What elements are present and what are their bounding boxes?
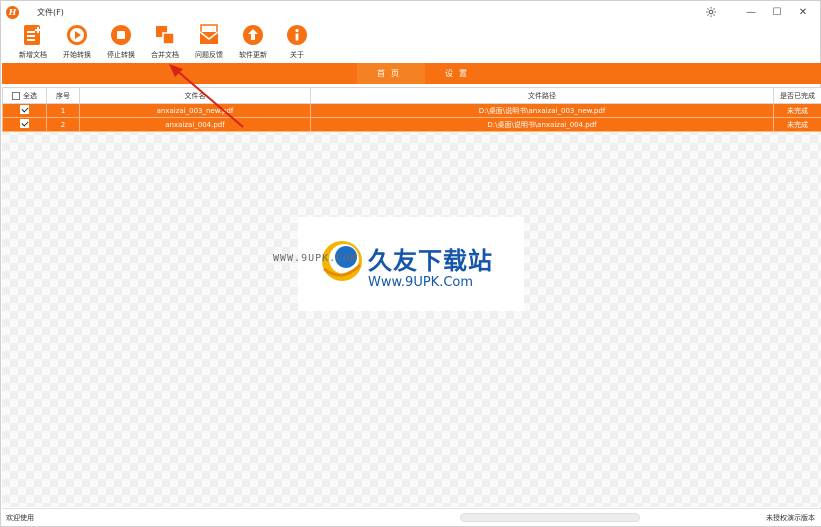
- watermark-side-text: WWW.9UPK.COM: [273, 253, 358, 264]
- license-status: 未授权演示版本: [766, 514, 815, 522]
- watermark-title: 久友下载站: [368, 247, 493, 275]
- upload-arrow-icon: [242, 24, 264, 46]
- merge-icon: [154, 24, 176, 46]
- table-row[interactable]: 2 anxaizai_004.pdf D:\桌面\说明书\anxaizai_00…: [2, 117, 821, 132]
- software-update-button[interactable]: 软件更新: [231, 24, 275, 62]
- feedback-label: 问题反馈: [195, 51, 223, 59]
- stop-convert-label: 停止转换: [107, 51, 135, 59]
- watermark-url: Www.9UPK.Com: [368, 275, 474, 290]
- tab-bar: 首页 设置: [2, 63, 821, 84]
- menu-file[interactable]: 文件(F): [37, 7, 64, 18]
- row-status: 未完成: [773, 117, 821, 132]
- row-filename: anxaizai_004.pdf: [79, 117, 311, 132]
- row-index: 2: [46, 117, 80, 132]
- stop-icon: [110, 24, 132, 46]
- maximize-button[interactable]: ☐: [764, 1, 790, 23]
- gear-icon[interactable]: [698, 1, 724, 23]
- row-status: 未完成: [773, 103, 821, 118]
- row-checkbox[interactable]: [20, 105, 29, 114]
- done-header: 是否已完成: [773, 87, 821, 104]
- merge-documents-label: 合并文档: [151, 51, 179, 59]
- index-header: 序号: [46, 87, 80, 104]
- status-bar: 欢迎使用 未授权演示版本: [2, 508, 821, 526]
- row-index: 1: [46, 103, 80, 118]
- feedback-button[interactable]: 问题反馈: [187, 24, 231, 62]
- close-button[interactable]: ✕: [790, 1, 816, 23]
- tab-settings[interactable]: 设置: [425, 63, 493, 84]
- path-header: 文件路径: [310, 87, 774, 104]
- title-bar: H 文件(F) — ☐ ✕: [1, 1, 820, 23]
- progress-bar: [460, 513, 640, 522]
- table-header-row: 全选 序号 文件名 文件路径 是否已完成: [2, 87, 821, 104]
- row-path: D:\桌面\说明书\anxaizai_003_new.pdf: [310, 103, 774, 118]
- tabs: 首页 设置: [357, 63, 493, 84]
- add-document-icon: [22, 24, 44, 46]
- select-all-label: 全选: [23, 91, 37, 100]
- tab-home[interactable]: 首页: [357, 63, 425, 84]
- merge-documents-button[interactable]: 合并文档: [143, 24, 187, 62]
- window-controls: — ☐ ✕: [698, 1, 816, 23]
- play-icon: [66, 24, 88, 46]
- add-document-button[interactable]: 新增文档: [11, 24, 55, 62]
- row-checkbox-cell[interactable]: [2, 117, 47, 132]
- minimize-button[interactable]: —: [738, 1, 764, 23]
- start-convert-button[interactable]: 开始转换: [55, 24, 99, 62]
- row-checkbox-cell[interactable]: [2, 103, 47, 118]
- select-all-header[interactable]: 全选: [2, 87, 47, 104]
- toolbar: 新增文档 开始转换 停止转换 合并文档 问题反馈 软件更新 关于: [11, 24, 319, 62]
- filename-header: 文件名: [79, 87, 311, 104]
- about-label: 关于: [290, 51, 304, 59]
- info-icon: [286, 24, 308, 46]
- row-filename: anxaizai_003_new.pdf: [79, 103, 311, 118]
- envelope-icon: [198, 24, 220, 46]
- start-convert-label: 开始转换: [63, 51, 91, 59]
- select-all-checkbox[interactable]: [12, 91, 20, 100]
- about-button[interactable]: 关于: [275, 24, 319, 62]
- row-checkbox[interactable]: [20, 119, 29, 128]
- table-row[interactable]: 1 anxaizai_003_new.pdf D:\桌面\说明书\anxaiza…: [2, 103, 821, 118]
- status-message: 欢迎使用: [6, 514, 34, 522]
- add-document-label: 新增文档: [19, 51, 47, 59]
- app-logo: H: [6, 6, 19, 19]
- file-table: 全选 序号 文件名 文件路径 是否已完成 1 anxaizai_003_new.…: [2, 87, 821, 132]
- stop-convert-button[interactable]: 停止转换: [99, 24, 143, 62]
- row-path: D:\桌面\说明书\anxaizai_004.pdf: [310, 117, 774, 132]
- watermark-box: 久友下载站 Www.9UPK.Com: [298, 217, 524, 311]
- software-update-label: 软件更新: [239, 51, 267, 59]
- app-window: H 文件(F) — ☐ ✕ 新增文档 开始转换 停止转换 合并文档 问题反馈 软…: [0, 0, 821, 527]
